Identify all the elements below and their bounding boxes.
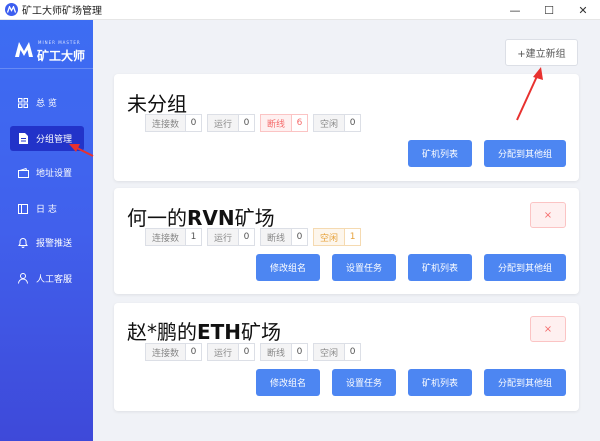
annotation-arrows [69, 67, 543, 157]
annotation-arrow-sidebar [69, 144, 94, 157]
annotation-arrow-new-group [516, 67, 543, 121]
